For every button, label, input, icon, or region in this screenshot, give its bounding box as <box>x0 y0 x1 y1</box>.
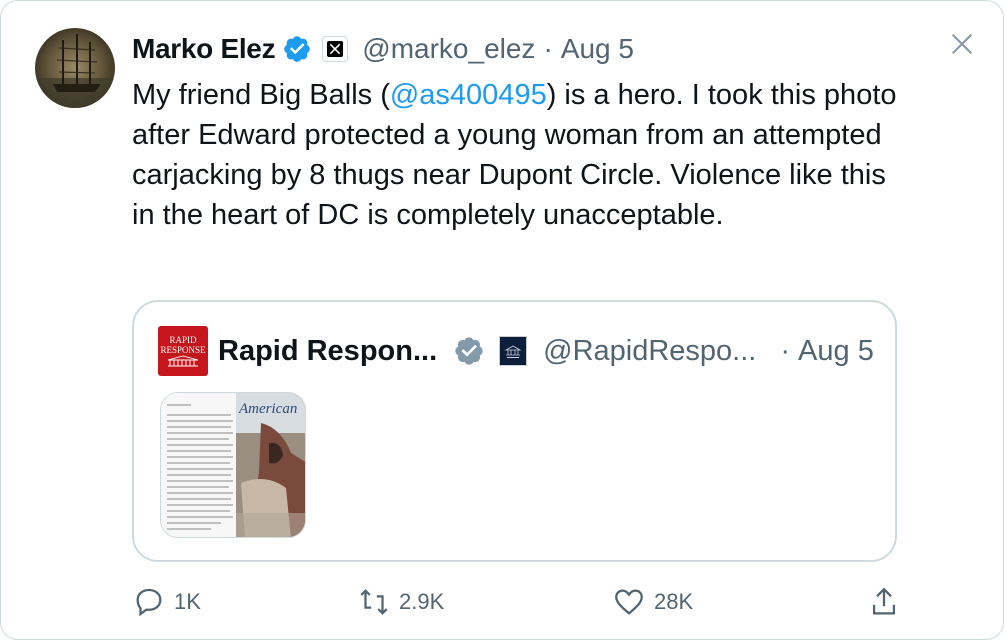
quoted-tweet-date[interactable]: Aug 5 <box>798 335 874 368</box>
repost-button[interactable]: 2.9K <box>357 585 444 619</box>
like-button[interactable]: 28K <box>612 585 693 619</box>
government-verified-icon <box>453 335 485 367</box>
verified-badge-icon <box>282 34 312 64</box>
heart-icon <box>615 589 643 615</box>
repost-count: 2.9K <box>399 589 445 614</box>
reply-icon <box>136 588 162 617</box>
close-icon[interactable] <box>947 29 977 59</box>
tweet-text: My friend Big Balls (@as400495) is a her… <box>132 75 912 235</box>
share-icon <box>872 587 896 615</box>
author-avatar[interactable] <box>35 28 115 108</box>
tweet-header: Marko Elez @marko_elez · Aug 5 <box>132 29 634 69</box>
share-button[interactable] <box>867 585 901 619</box>
tweet-text-before: My friend Big Balls ( <box>132 79 390 111</box>
quoted-tweet-header: RAPID RESPONSE Rapid Respon... @RapidRes… <box>158 326 878 376</box>
author-handle[interactable]: @marko_elez <box>362 33 535 65</box>
rapid-response-avatar[interactable]: RAPID RESPONSE <box>158 326 208 376</box>
repost-icon <box>360 589 388 615</box>
separator-dot: · <box>543 33 553 64</box>
white-house-icon <box>167 355 199 367</box>
action-bar: 1K 2.9K 28K <box>132 585 896 617</box>
tweet-date[interactable]: Aug 5 <box>561 33 634 65</box>
quoted-author-handle[interactable]: @RapidRespo... <box>543 335 756 368</box>
logo-line1: RAPID <box>169 335 197 345</box>
reply-count: 1K <box>174 589 201 614</box>
author-name[interactable]: Marko Elez <box>132 33 276 65</box>
quoted-tweet-media[interactable]: American <box>160 392 306 538</box>
quoted-author-name[interactable]: Rapid Respon... <box>218 335 437 368</box>
media-plane-text: American <box>238 401 297 417</box>
white-house-affiliate-icon[interactable] <box>499 336 528 366</box>
x-logo-icon[interactable] <box>322 36 349 62</box>
reply-button[interactable]: 1K <box>132 585 201 619</box>
quoted-tweet[interactable]: RAPID RESPONSE Rapid Respon... @RapidRes… <box>132 300 897 562</box>
logo-line2: RESPONSE <box>160 345 206 355</box>
quoted-separator-dot: · <box>780 334 791 367</box>
like-count: 28K <box>654 589 694 614</box>
mention-link[interactable]: @as400495 <box>390 79 547 111</box>
tweet-card[interactable]: Marko Elez @marko_elez · Aug 5 My friend… <box>0 0 1004 640</box>
